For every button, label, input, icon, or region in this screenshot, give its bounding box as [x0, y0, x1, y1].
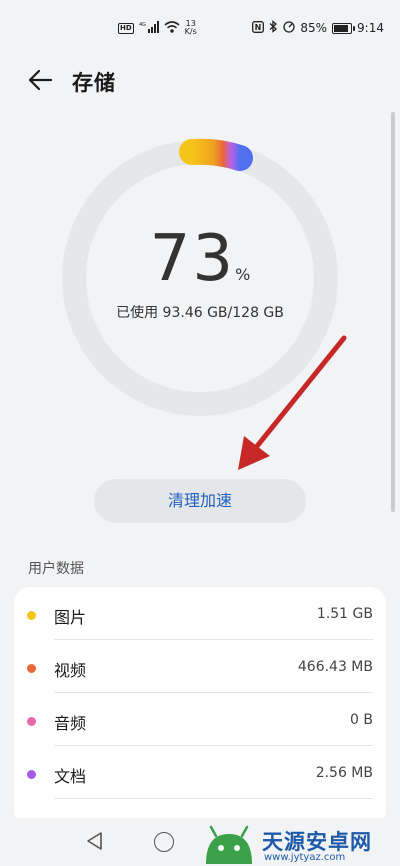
- watermark: 天源安卓网 www.jytyaz.com: [196, 824, 400, 866]
- back-button[interactable]: [26, 68, 54, 92]
- percent-display: 73%: [60, 222, 340, 296]
- svg-text:4G: 4G: [139, 22, 146, 28]
- used-storage-text: 已使用 93.46 GB/128 GB: [116, 305, 284, 321]
- category-dot-icon: [27, 770, 36, 779]
- section-label-user-data: 用户数据: [28, 561, 84, 577]
- triangle-back-icon: [87, 832, 102, 850]
- battery-icon: [332, 22, 356, 34]
- wifi-icon: [164, 20, 180, 36]
- percent-value: 73: [149, 222, 236, 296]
- item-size: 466.43 MB: [297, 659, 373, 675]
- status-right: N 85% 9:14: [252, 20, 384, 36]
- status-bar: HD 4G 13 K/s N 85% 9:14: [0, 0, 400, 56]
- status-left: HD 4G 13 K/s: [118, 20, 197, 36]
- watermark-url: www.jytyaz.com: [264, 852, 346, 863]
- status-time: 9:14: [357, 21, 384, 35]
- item-name: 音频: [54, 714, 87, 733]
- item-name: 视频: [54, 661, 87, 680]
- battery-level: 85%: [300, 21, 328, 35]
- hd-icon: HD: [118, 22, 134, 34]
- page-title: 存储: [72, 71, 116, 95]
- bluetooth-icon: [269, 20, 278, 36]
- nav-home-button[interactable]: [154, 832, 174, 852]
- item-name: 图片: [54, 608, 87, 627]
- scrollbar[interactable]: [391, 112, 395, 512]
- arrow-left-icon: [28, 69, 53, 91]
- signal-icon: 4G: [139, 20, 159, 36]
- android-logo-icon: [206, 825, 252, 864]
- item-name: 文档: [54, 767, 87, 786]
- list-item-videos[interactable]: 视频 466.43 MB: [14, 640, 386, 693]
- list-item-images[interactable]: 图片 1.51 GB: [14, 587, 386, 640]
- item-size: 2.56 MB: [315, 765, 373, 781]
- user-data-card: 图片 1.51 GB 视频 466.43 MB 音频 0 B 文档 2.56 M…: [14, 587, 386, 827]
- speed-unit: K/s: [184, 27, 197, 36]
- divider: [54, 798, 373, 799]
- item-size: 1.51 GB: [316, 606, 373, 622]
- nfc-icon: N: [252, 20, 265, 36]
- list-item-documents[interactable]: 文档 2.56 MB: [14, 746, 386, 799]
- storage-ring: 73% 已使用 93.46 GB/128 GB: [60, 138, 340, 418]
- ring-used-segment: [179, 138, 253, 171]
- percent-sign: %: [235, 265, 251, 284]
- nav-back-button[interactable]: [84, 830, 106, 856]
- list-item-audio[interactable]: 音频 0 B: [14, 693, 386, 746]
- category-dot-icon: [27, 611, 36, 620]
- app-bar: 存储: [0, 56, 400, 104]
- speedometer-icon: [283, 20, 296, 36]
- network-speed: 13 K/s: [185, 20, 197, 36]
- item-size: 0 B: [350, 712, 373, 728]
- category-dot-icon: [27, 717, 36, 726]
- clean-accelerate-button[interactable]: 清理加速: [94, 479, 306, 523]
- category-dot-icon: [27, 664, 36, 673]
- svg-text:N: N: [255, 23, 262, 32]
